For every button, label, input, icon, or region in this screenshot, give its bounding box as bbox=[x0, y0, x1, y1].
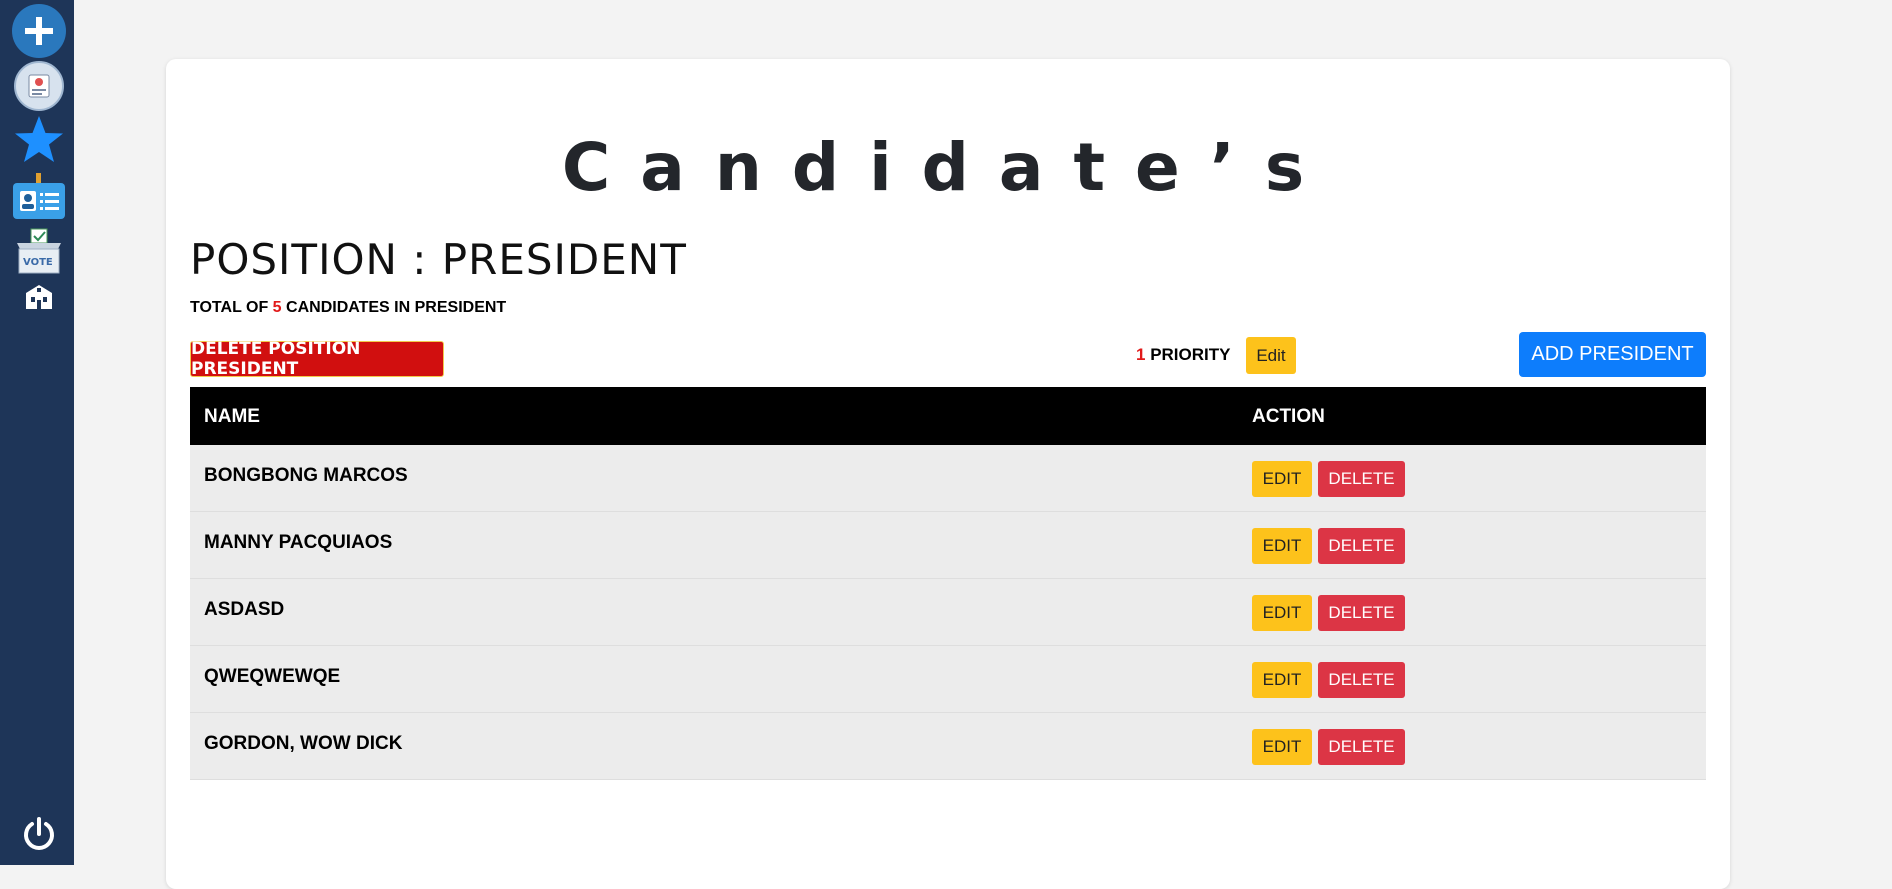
row-actions: EDIT DELETE bbox=[1252, 662, 1405, 698]
delete-candidate-button[interactable]: DELETE bbox=[1318, 461, 1405, 497]
star-icon bbox=[15, 116, 63, 162]
column-header-action: ACTION bbox=[1252, 406, 1325, 427]
add-button[interactable] bbox=[12, 4, 66, 58]
logout-button[interactable] bbox=[12, 807, 66, 861]
svg-text:VOTE: VOTE bbox=[23, 257, 53, 268]
edit-candidate-button[interactable]: EDIT bbox=[1252, 528, 1312, 564]
edit-candidate-button[interactable]: EDIT bbox=[1252, 662, 1312, 698]
school-nav-item[interactable] bbox=[12, 270, 66, 324]
delete-candidate-button[interactable]: DELETE bbox=[1318, 729, 1405, 765]
edit-candidate-button[interactable]: EDIT bbox=[1252, 461, 1312, 497]
candidate-name: GORDON, WOW DICK bbox=[204, 733, 403, 754]
main-card: Candidate’s POSITION : PRESIDENT TOTAL O… bbox=[166, 59, 1730, 889]
row-actions: EDIT DELETE bbox=[1252, 461, 1405, 497]
edit-candidate-button[interactable]: EDIT bbox=[1252, 595, 1312, 631]
id-card-icon bbox=[13, 173, 65, 219]
school-icon bbox=[26, 285, 52, 309]
row-actions: EDIT DELETE bbox=[1252, 528, 1405, 564]
candidates-table: NAME ACTION BONGBONG MARCOS EDIT DELETE … bbox=[190, 387, 1706, 780]
plus-icon bbox=[12, 4, 66, 58]
add-president-button[interactable]: ADD PRESIDENT bbox=[1519, 332, 1706, 377]
page-title: Candidate’s bbox=[561, 129, 1335, 206]
sidebar: VOTE bbox=[0, 0, 74, 865]
table-row: MANNY PACQUIAOS EDIT DELETE bbox=[190, 512, 1706, 579]
priority-indicator: 1 PRIORITY bbox=[1136, 345, 1230, 365]
row-actions: EDIT DELETE bbox=[1252, 729, 1405, 765]
delete-position-button[interactable]: DELETE POSITION PRESIDENT bbox=[190, 339, 444, 379]
table-row: GORDON, WOW DICK EDIT DELETE bbox=[190, 713, 1706, 780]
delete-candidate-button[interactable]: DELETE bbox=[1318, 595, 1405, 631]
total-count: 5 bbox=[272, 299, 282, 316]
candidate-total: TOTAL OF 5 CANDIDATES IN PRESIDENT bbox=[190, 299, 506, 317]
edit-candidate-button[interactable]: EDIT bbox=[1252, 729, 1312, 765]
column-header-name: NAME bbox=[204, 406, 260, 427]
candidate-name: MANNY PACQUIAOS bbox=[204, 532, 393, 553]
position-heading: POSITION : PRESIDENT bbox=[190, 235, 687, 284]
total-prefix: TOTAL OF bbox=[190, 299, 273, 316]
power-icon bbox=[24, 817, 54, 850]
edit-priority-button[interactable]: Edit bbox=[1246, 337, 1296, 374]
delete-candidate-button[interactable]: DELETE bbox=[1318, 662, 1405, 698]
ballot-box-icon: VOTE bbox=[17, 228, 61, 274]
candidate-name: QWEQWEWQE bbox=[204, 666, 341, 687]
election-avatar-icon bbox=[14, 61, 64, 111]
positions-nav-item[interactable] bbox=[12, 113, 66, 167]
table-header: NAME ACTION bbox=[190, 387, 1706, 445]
elections-nav-item[interactable] bbox=[12, 59, 66, 113]
table-row: ASDASD EDIT DELETE bbox=[190, 579, 1706, 646]
candidate-name: BONGBONG MARCOS bbox=[204, 465, 408, 486]
table-row: QWEQWEWQE EDIT DELETE bbox=[190, 646, 1706, 713]
total-suffix: CANDIDATES IN PRESIDENT bbox=[281, 299, 507, 316]
candidates-nav-item[interactable] bbox=[12, 170, 66, 224]
candidate-name: ASDASD bbox=[204, 599, 285, 620]
priority-label: PRIORITY bbox=[1145, 345, 1231, 364]
row-actions: EDIT DELETE bbox=[1252, 595, 1405, 631]
delete-candidate-button[interactable]: DELETE bbox=[1318, 528, 1405, 564]
table-row: BONGBONG MARCOS EDIT DELETE bbox=[190, 445, 1706, 512]
